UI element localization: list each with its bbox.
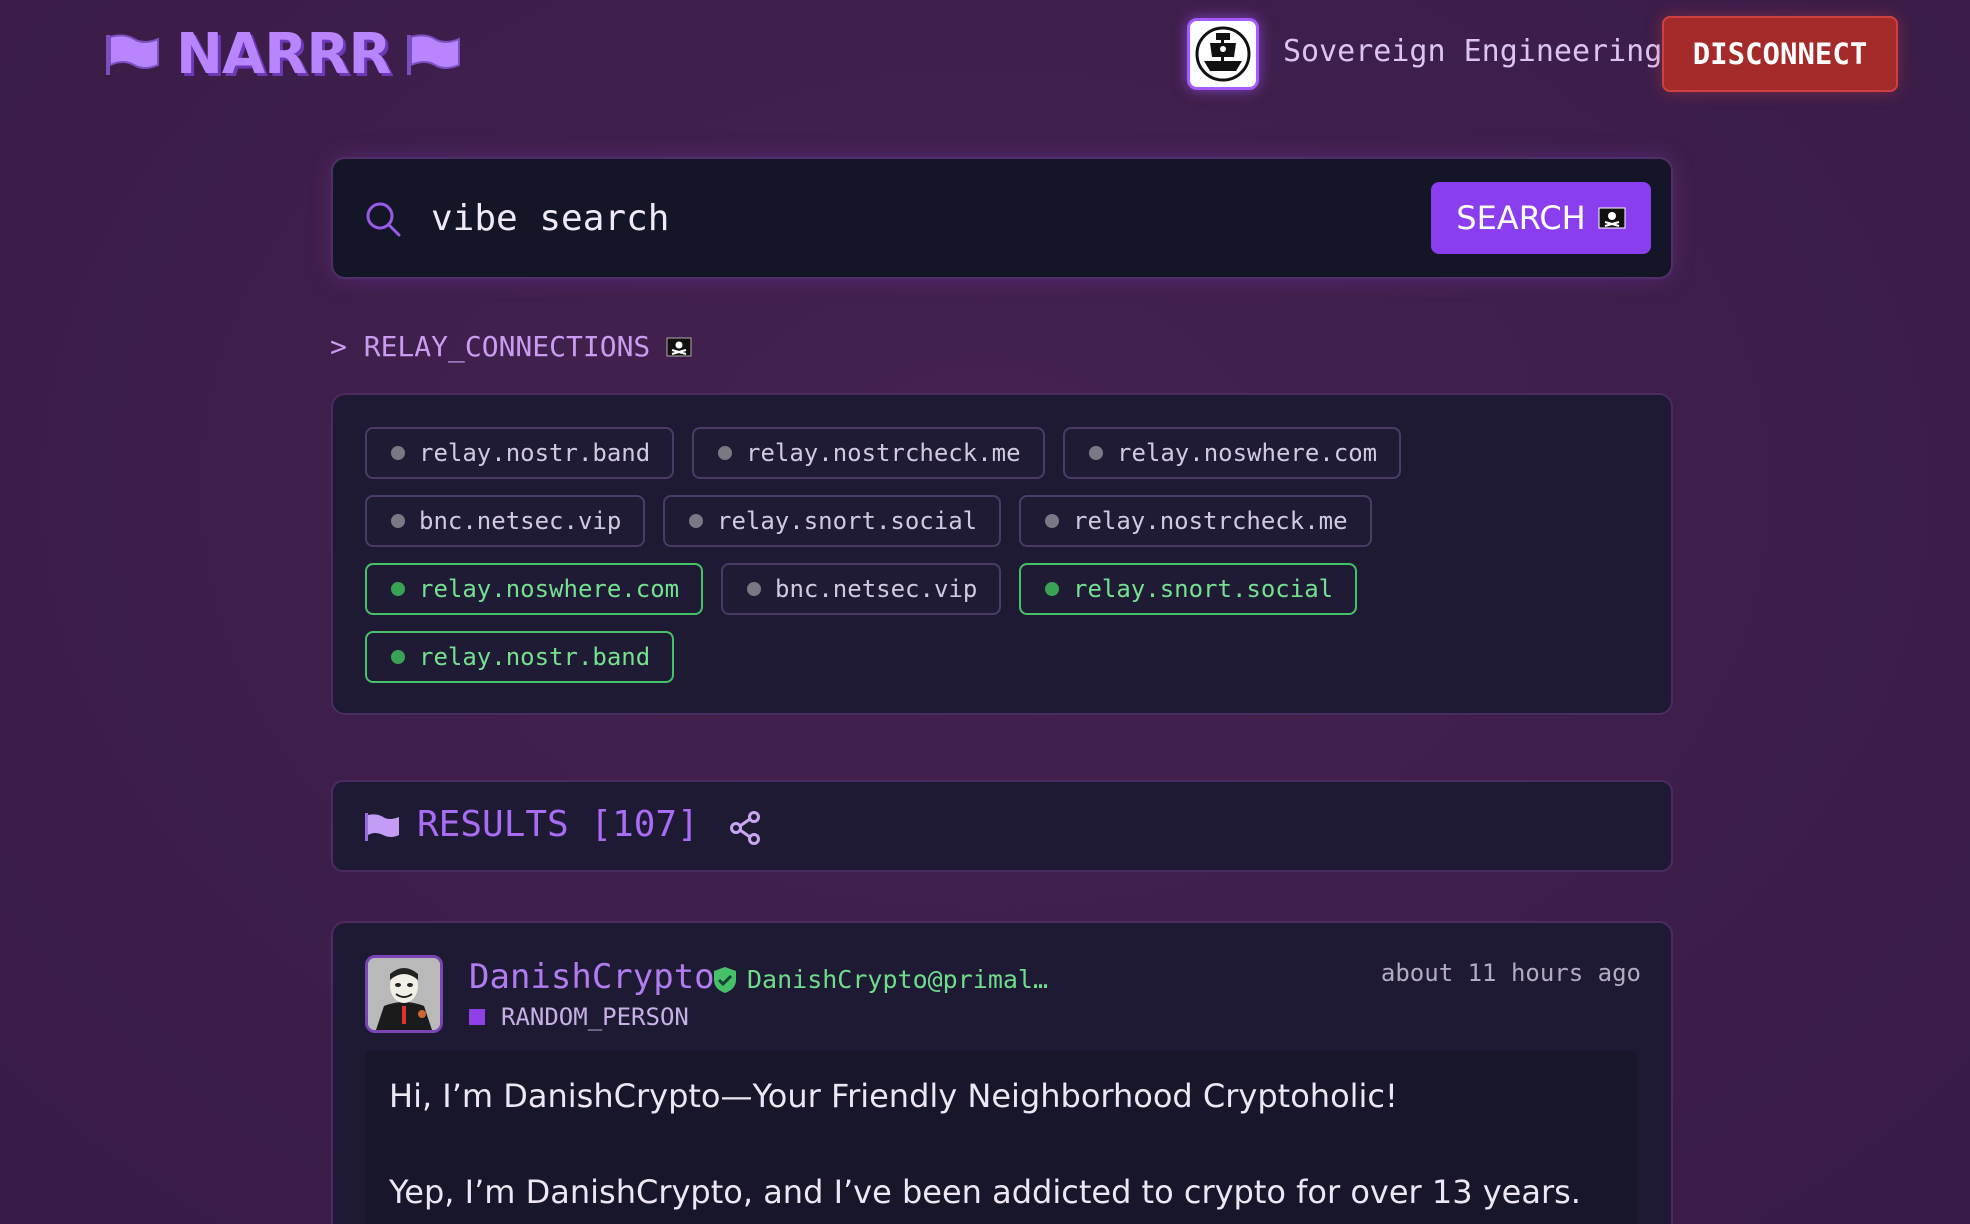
pirate-ship-icon <box>1195 26 1251 82</box>
app-logo[interactable]: NARRR <box>104 21 463 87</box>
relay-pill[interactable]: relay.nostr.band <box>365 631 675 683</box>
relay-label: relay.nostr.band <box>419 643 651 671</box>
avatar-image <box>368 958 440 1030</box>
relay-pill[interactable]: relay.snort.social <box>663 495 1002 547</box>
relay-pill[interactable]: bnc.netsec.vip <box>721 563 1002 615</box>
relay-pill[interactable]: relay.nostrcheck.me <box>692 427 1045 479</box>
search-input[interactable] <box>431 187 1391 249</box>
square-icon <box>469 1009 485 1025</box>
role-label: RANDOM_PERSON <box>501 1003 689 1031</box>
relay-heading-text: > RELAY_CONNECTIONS <box>330 330 651 363</box>
search-button[interactable]: SEARCH <box>1431 182 1651 254</box>
user-name[interactable]: Sovereign Engineering <box>1283 34 1662 69</box>
relay-pill[interactable]: relay.noswhere.com <box>1063 427 1402 479</box>
relay-pill[interactable]: relay.noswhere.com <box>365 563 704 615</box>
role-badge: RANDOM_PERSON <box>469 1003 689 1031</box>
status-dot <box>718 446 732 460</box>
flag-icon <box>365 813 399 841</box>
status-dot <box>747 582 761 596</box>
flag-icon <box>106 34 159 75</box>
relay-label: bnc.netsec.vip <box>775 575 978 603</box>
relay-label: relay.snort.social <box>717 507 978 535</box>
disconnect-button[interactable]: DISCONNECT <box>1662 16 1898 92</box>
post-text-line: Yep, I’m DanishCrypto, and I’ve been add… <box>389 1173 1581 1211</box>
nip05-address[interactable]: DanishCrypto@primal… <box>747 965 1048 994</box>
top-bar: NARRR Sovereign Engineering DISCONNECT <box>0 0 1970 110</box>
post-content: Hi, I’m DanishCrypto—Your Friendly Neigh… <box>365 1051 1637 1224</box>
relay-list: relay.nostr.band relay.nostrcheck.me rel… <box>331 393 1673 715</box>
post-card[interactable]: DanishCrypto DanishCrypto@primal… RANDOM… <box>331 921 1673 1224</box>
status-dot <box>391 446 405 460</box>
relay-label: bnc.netsec.vip <box>419 507 622 535</box>
relay-pill[interactable]: bnc.netsec.vip <box>365 495 646 547</box>
status-dot <box>391 582 405 596</box>
search-bar: SEARCH <box>331 157 1673 279</box>
relay-label: relay.snort.social <box>1073 575 1334 603</box>
results-count: RESULTS [107] <box>417 804 699 845</box>
share-icon[interactable] <box>725 808 765 848</box>
author-name[interactable]: DanishCrypto <box>469 957 715 997</box>
relay-label: relay.nostrcheck.me <box>746 439 1021 467</box>
relay-connections-heading: > RELAY_CONNECTIONS <box>330 330 692 363</box>
status-dot <box>689 514 703 528</box>
search-button-label: SEARCH <box>1456 199 1586 237</box>
flag-icon <box>406 34 460 75</box>
relay-label: relay.noswhere.com <box>1117 439 1378 467</box>
status-dot <box>391 514 405 528</box>
logo-text: NARRR <box>176 21 392 87</box>
relay-label: relay.nostrcheck.me <box>1073 507 1348 535</box>
post-timestamp: about 11 hours ago <box>1380 959 1641 987</box>
pirate-flag-icon <box>1598 207 1626 229</box>
relay-label: relay.noswhere.com <box>419 575 680 603</box>
results-header: RESULTS [107] <box>331 780 1673 872</box>
relay-pill[interactable]: relay.snort.social <box>1019 563 1358 615</box>
relay-pill[interactable]: relay.nostr.band <box>365 427 675 479</box>
status-dot <box>1045 582 1059 596</box>
relay-pill[interactable]: relay.nostrcheck.me <box>1019 495 1372 547</box>
search-icon <box>366 202 401 237</box>
status-dot <box>1089 446 1103 460</box>
post-text-line: Hi, I’m DanishCrypto—Your Friendly Neigh… <box>389 1077 1398 1115</box>
avatar[interactable] <box>365 955 443 1033</box>
pirate-flag-icon <box>666 337 692 356</box>
status-dot <box>391 650 405 664</box>
user-avatar[interactable] <box>1187 18 1259 90</box>
relay-label: relay.nostr.band <box>419 439 651 467</box>
verified-icon <box>714 967 736 993</box>
status-dot <box>1045 514 1059 528</box>
